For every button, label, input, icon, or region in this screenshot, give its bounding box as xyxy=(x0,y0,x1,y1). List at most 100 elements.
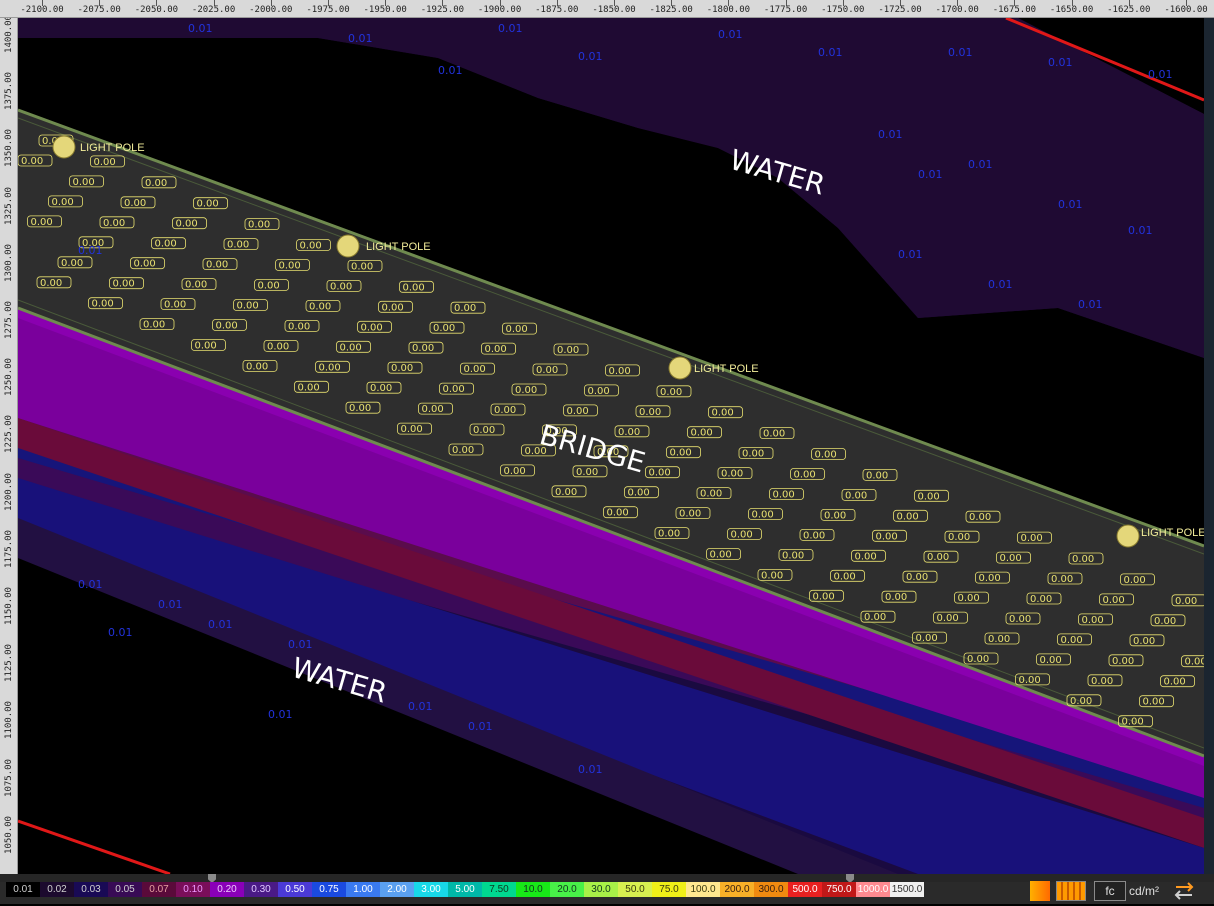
legend-swatch: 500.0 xyxy=(788,882,822,897)
bridge-calc-value: 0.00 xyxy=(412,343,434,354)
ruler-top-label: -1600.00 xyxy=(1164,5,1208,15)
legend-swatch: 0.10 xyxy=(176,882,210,897)
left-ruler[interactable]: 1400.00 1375.00 1350.00 1325.00 1300.00 1275.… xyxy=(0,18,18,874)
plan-view-canvas[interactable]: 0.00 0.00 0.00 0.00 0.00 0.00 0.00 0.00 0.00 0.00… xyxy=(18,18,1204,874)
bridge-calc-value: 0.00 xyxy=(349,403,371,414)
ruler-left-label: 1300.00 xyxy=(4,243,14,282)
ruler-top-label: -2075.00 xyxy=(77,5,121,15)
light-pole-icon[interactable] xyxy=(1116,524,1140,548)
ruler-left-label: 1225.00 xyxy=(4,415,14,454)
bridge-calc-value: 0.00 xyxy=(628,488,650,499)
bridge-calc-value: 0.00 xyxy=(1000,553,1022,564)
bridge-calc-value: 0.00 xyxy=(1143,697,1165,708)
bridge-calc-value: 0.00 xyxy=(319,362,341,373)
bridge-calc-value: 0.00 xyxy=(246,361,268,372)
water-calc-value: 0.01 xyxy=(348,32,373,45)
bridge-calc-value: 0.00 xyxy=(216,321,238,332)
bridge-calc-value: 0.00 xyxy=(536,365,558,376)
bridge-calc-value: 0.00 xyxy=(279,261,301,272)
bridge-calc-value: 0.00 xyxy=(21,156,43,167)
swap-arrows-icon[interactable] xyxy=(1172,881,1196,901)
bridge-calc-value: 0.00 xyxy=(1051,574,1073,585)
bridge-calc-value: 0.00 xyxy=(555,487,577,498)
water-calc-value: 0.01 xyxy=(578,763,603,776)
ruler-left-label: 1175.00 xyxy=(4,529,14,568)
ruler-top-label: -1800.00 xyxy=(706,5,751,15)
light-pole-label: LIGHT POLE xyxy=(694,363,759,375)
bridge-calc-value: 0.00 xyxy=(485,344,507,355)
bridge-calc-value: 0.00 xyxy=(845,490,867,501)
bridge-calc-value: 0.00 xyxy=(433,323,455,334)
bridge-calc-value: 0.00 xyxy=(113,279,135,290)
legend-swatch: 7.50 xyxy=(482,882,516,897)
bridge-calc-value: 0.00 xyxy=(1021,533,1043,544)
bridge-calc-value: 0.00 xyxy=(197,199,219,210)
ruler-left-label: 1075.00 xyxy=(4,758,14,797)
ruler-left-label: 1150.00 xyxy=(4,587,14,625)
legend-swatch: 0.30 xyxy=(244,882,278,897)
ruler-top-label: -1775.00 xyxy=(763,5,808,15)
water-calc-value: 0.01 xyxy=(898,248,923,261)
bridge-calc-value: 0.00 xyxy=(885,592,907,603)
ruler-left-label: 1375.00 xyxy=(4,72,14,111)
ruler-top-label: -1825.00 xyxy=(649,5,693,15)
palette-banded-button[interactable] xyxy=(1056,881,1086,901)
bridge-calc-value: 0.00 xyxy=(927,552,949,563)
bridge-calc-value: 0.00 xyxy=(1112,656,1134,667)
bridge-calc-value: 0.00 xyxy=(557,345,579,356)
water-calc-value: 0.01 xyxy=(408,700,433,713)
light-pole-icon[interactable] xyxy=(52,135,76,159)
vertical-scrollbar[interactable] xyxy=(1204,18,1214,874)
bridge-calc-value: 0.00 xyxy=(815,450,837,461)
ruler-top-label: -1750.00 xyxy=(821,5,865,15)
water-calc-value: 0.01 xyxy=(818,46,843,59)
legend-swatch: 3.00 xyxy=(414,882,448,897)
legend-swatch: 1500.0 xyxy=(890,882,924,897)
light-pole-icon[interactable] xyxy=(336,234,360,258)
top-ruler[interactable]: -2100.00 -2075.00 -2050.00 -2025.00 -2000.00… xyxy=(0,0,1214,18)
ruler-left-label: 1350.00 xyxy=(4,129,14,168)
bridge-calc-value: 0.00 xyxy=(773,490,795,501)
ruler-top-label: -1875.00 xyxy=(535,5,579,15)
ruler-top-label: -1850.00 xyxy=(592,5,636,15)
bridge-calc-value: 0.00 xyxy=(206,260,228,271)
water-calc-value: 0.01 xyxy=(288,638,313,651)
plan-view-svg[interactable]: 0.00 0.00 0.00 0.00 0.00 0.00 0.00 0.00 0.00 0.00… xyxy=(18,18,1204,874)
bridge-calc-value: 0.00 xyxy=(464,364,486,375)
bridge-calc-value: 0.00 xyxy=(73,177,95,188)
water-calc-value: 0.01 xyxy=(158,598,183,611)
bridge-calc-value: 0.00 xyxy=(967,654,989,665)
ruler-top-label: -1625.00 xyxy=(1107,5,1151,15)
ruler-left-label: 1100.00 xyxy=(4,701,14,740)
bridge-calc-value: 0.00 xyxy=(670,448,692,459)
legend-swatch: 300.0 xyxy=(754,882,788,897)
unit-fc-toggle[interactable]: fc xyxy=(1094,881,1126,901)
light-pole-icon[interactable] xyxy=(668,356,692,380)
bridge-calc-value: 0.00 xyxy=(918,491,940,502)
bridge-calc-value: 0.00 xyxy=(361,322,383,333)
palette-solid-button[interactable] xyxy=(1030,881,1050,901)
bridge-calc-value: 0.00 xyxy=(979,573,1001,584)
water-calc-value: 0.01 xyxy=(78,578,103,591)
water-calc-value: 0.01 xyxy=(1058,198,1083,211)
bridge-calc-value: 0.00 xyxy=(721,469,743,480)
ruler-top-label: -1725.00 xyxy=(878,5,922,15)
water-calc-value: 0.01 xyxy=(108,626,133,639)
bridge-calc-value: 0.00 xyxy=(1103,595,1125,606)
ruler-top-label: -2000.00 xyxy=(249,5,293,15)
bridge-calc-value: 0.00 xyxy=(567,406,589,417)
bridge-calc-value: 0.00 xyxy=(370,383,392,394)
bridge-calc-value: 0.00 xyxy=(948,532,970,543)
bridge-calc-value: 0.00 xyxy=(1091,676,1113,687)
bridge-calc-value: 0.00 xyxy=(660,387,682,398)
bridge-calc-value: 0.00 xyxy=(164,300,186,311)
bridge-calc-value: 0.00 xyxy=(124,198,146,209)
bridge-calc-value: 0.00 xyxy=(506,324,528,335)
water-calc-value: 0.01 xyxy=(578,50,603,63)
unit-cdm2-toggle[interactable]: cd/m² xyxy=(1129,881,1169,901)
bridge-calc-value: 0.00 xyxy=(237,301,259,312)
bridge-calc-value: 0.00 xyxy=(897,511,919,522)
bridge-calc-value: 0.00 xyxy=(195,341,217,352)
ruler-top-label: -1700.00 xyxy=(935,5,979,15)
bridge-calc-value: 0.00 xyxy=(731,530,753,541)
